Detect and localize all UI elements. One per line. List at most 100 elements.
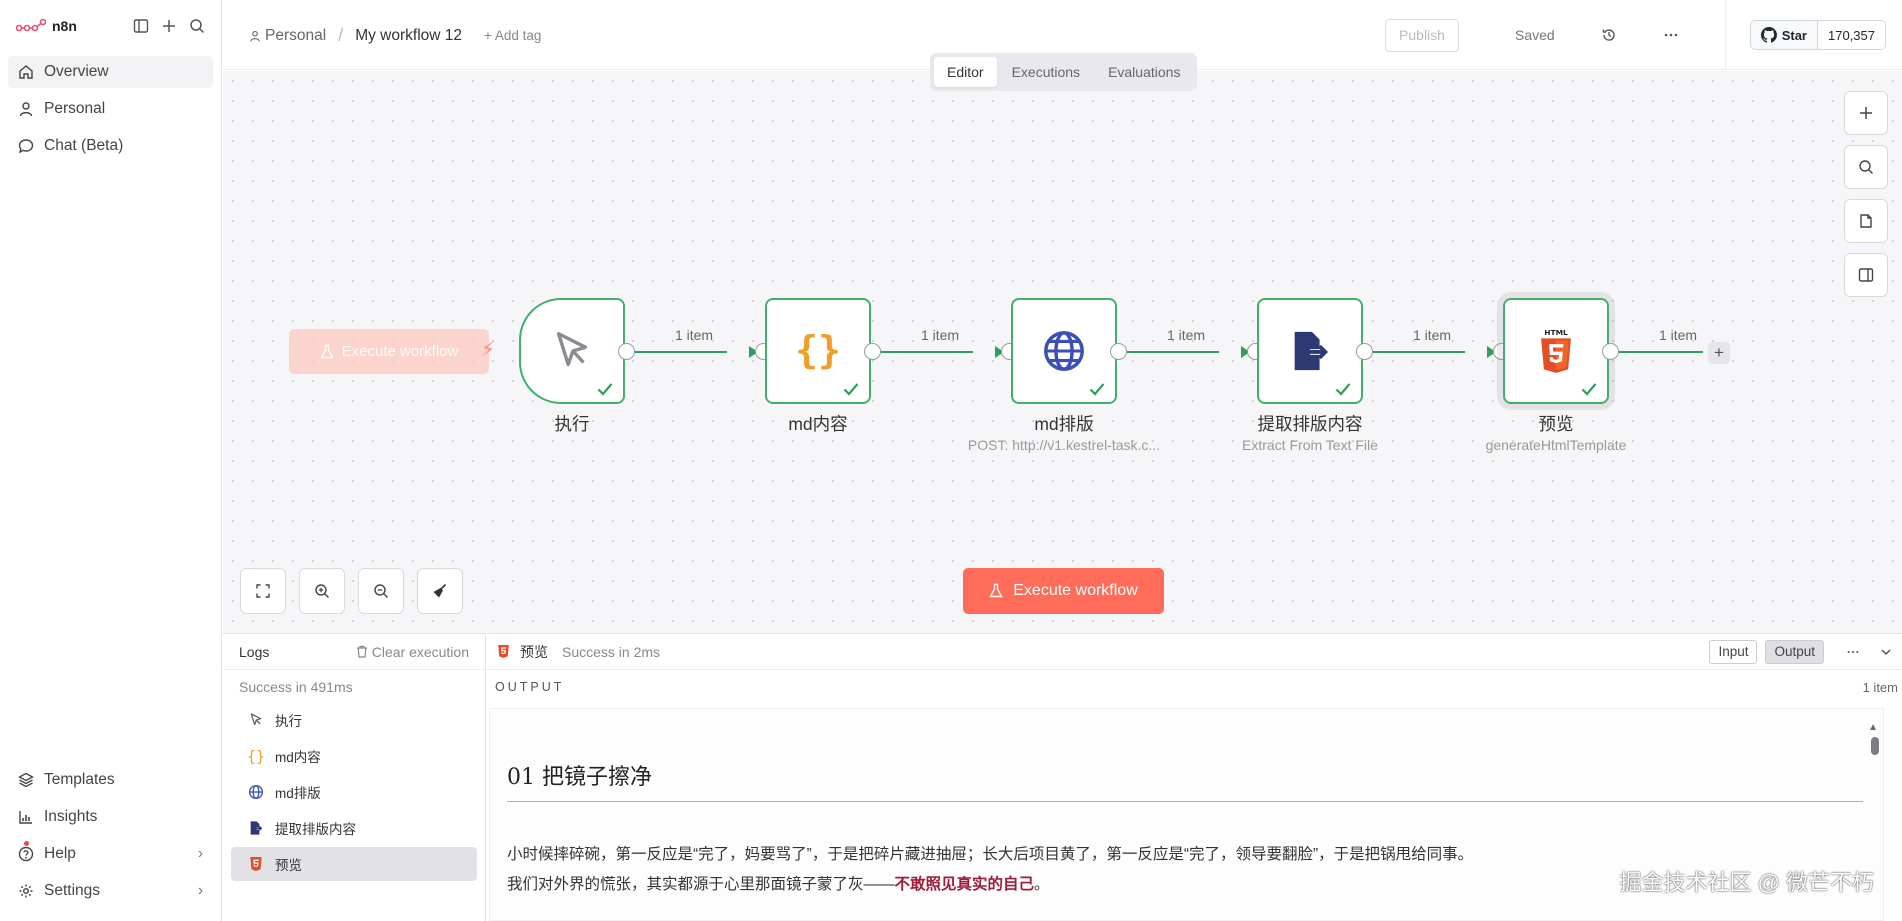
connection-edge[interactable] <box>1369 351 1465 353</box>
sidebar-item-help[interactable]: Help › <box>8 839 213 869</box>
watermark: 掘金技术社区 @ 微芒不朽 <box>1619 870 1874 895</box>
tidy-up-button[interactable] <box>417 568 463 614</box>
breadcrumb-project-label: Personal <box>265 26 327 44</box>
tab-executions[interactable]: Executions <box>999 57 1093 87</box>
execute-workflow-button[interactable]: Execute workflow <box>963 568 1164 614</box>
output-toggle-button[interactable]: Output <box>1765 639 1824 664</box>
output-item-count: 1 item <box>1862 680 1898 695</box>
sidebar-item-label: Help <box>44 845 76 862</box>
add-next-node-button[interactable]: + <box>1708 342 1730 364</box>
fit-view-button[interactable] <box>240 568 286 614</box>
toggle-panel-button[interactable] <box>1844 253 1888 297</box>
output-handle[interactable] <box>1356 343 1373 360</box>
log-item-label: 提取排版内容 <box>275 822 356 837</box>
view-tabs: Editor Executions Evaluations <box>930 53 1198 91</box>
user-icon <box>250 30 260 41</box>
sidebar-item-insights[interactable]: Insights <box>8 802 213 832</box>
search-icon[interactable] <box>189 18 205 34</box>
log-item[interactable]: {} md内容 <box>231 739 477 773</box>
log-item[interactable]: 执行 <box>231 703 477 737</box>
n8n-logo[interactable]: n8n <box>16 18 77 34</box>
flask-icon <box>319 344 334 358</box>
templates-icon <box>18 772 34 788</box>
sidebar-item-chat[interactable]: Chat (Beta) <box>8 130 213 162</box>
node-md-layout[interactable] <box>1011 298 1117 404</box>
node-title: 预览 <box>1538 414 1574 434</box>
logs-status: Success in 491ms <box>239 679 353 695</box>
node-extract-content[interactable] <box>1257 298 1363 404</box>
clear-execution-button[interactable]: Clear execution <box>356 644 469 660</box>
tab-editor[interactable]: Editor <box>934 57 997 87</box>
node-preview-html[interactable]: HTML <box>1503 298 1609 404</box>
scroll-up-arrow[interactable]: ▲ <box>1868 722 1878 733</box>
preview-text: 。 <box>1034 876 1050 893</box>
zoom-out-button[interactable] <box>358 568 404 614</box>
logs-panel: Logs Clear execution Success in 491ms 执行… <box>223 633 486 921</box>
log-item[interactable]: 提取排版内容 <box>231 811 477 845</box>
add-node-button[interactable] <box>1844 91 1888 135</box>
ghost-execute-button[interactable]: Execute workflow <box>289 329 489 374</box>
publish-button[interactable]: Publish <box>1385 18 1459 52</box>
more-icon[interactable] <box>1663 27 1679 43</box>
chevron-down-icon[interactable] <box>1880 646 1892 658</box>
connection-edge[interactable] <box>1615 351 1703 353</box>
add-tag-link[interactable]: + Add tag <box>484 28 541 43</box>
sticky-note-button[interactable] <box>1844 199 1888 243</box>
tab-evaluations[interactable]: Evaluations <box>1095 57 1193 87</box>
edge-label: 1 item <box>1166 327 1206 343</box>
file-extract-icon <box>250 821 263 835</box>
preview-scrollbar-thumb[interactable] <box>1871 737 1879 755</box>
github-star-label: Star <box>1781 27 1807 43</box>
sidebar-item-settings[interactable]: Settings › <box>8 876 213 906</box>
github-icon <box>1760 27 1777 43</box>
node-subtitle: generateHtmlTemplate <box>1485 437 1627 453</box>
fit-view-icon <box>256 584 270 598</box>
edge-label: 1 item <box>920 327 960 343</box>
connection-edge[interactable] <box>1123 351 1219 353</box>
plus-icon[interactable] <box>161 18 177 34</box>
flask-icon <box>989 583 1003 598</box>
node-manual-trigger[interactable] <box>519 298 625 404</box>
workflow-name[interactable]: My workflow 12 <box>355 27 462 45</box>
gear-icon <box>19 884 33 898</box>
preview-paragraph: 小时候摔碎碗，第一反应是“完了，妈要骂了”，于是把碎片藏进抽屉；长大后项目黄了，… <box>507 846 1474 863</box>
log-item-label: 执行 <box>275 714 302 729</box>
connection-edge[interactable] <box>877 351 973 353</box>
sidebar-item-overview[interactable]: Overview <box>8 56 213 88</box>
history-icon[interactable] <box>1601 27 1617 43</box>
node-md-content[interactable]: {} <box>765 298 871 404</box>
zoom-in-icon <box>315 584 329 598</box>
input-toggle-button[interactable]: Input <box>1709 639 1758 664</box>
code-braces-icon: {} <box>795 328 841 372</box>
output-handle[interactable] <box>618 343 635 360</box>
broom-icon <box>433 583 447 598</box>
output-handle[interactable] <box>1602 343 1619 360</box>
node-title: 提取排版内容 <box>1257 414 1363 434</box>
output-handle[interactable] <box>1110 343 1127 360</box>
more-icon[interactable] <box>1846 645 1860 659</box>
code-braces-icon: {} <box>247 748 265 764</box>
log-item[interactable]: md排版 <box>231 775 477 809</box>
github-star-button[interactable]: Star 170,357 <box>1749 20 1886 50</box>
sidebar-item-personal[interactable]: Personal <box>8 93 213 125</box>
sidebar-toggle-icon[interactable] <box>133 18 149 34</box>
search-nodes-button[interactable] <box>1844 145 1888 189</box>
log-item[interactable]: 预览 <box>231 847 477 881</box>
connection-edge[interactable] <box>631 351 727 353</box>
sidebar-item-label: Insights <box>44 808 98 825</box>
breadcrumb: Personal / My workflow 12 + Add tag <box>249 25 541 46</box>
user-icon <box>19 102 33 117</box>
sidebar-item-templates[interactable]: Templates <box>8 765 213 795</box>
sidebar-item-label: Chat (Beta) <box>44 137 124 154</box>
log-item-label: md内容 <box>275 750 321 765</box>
output-handle[interactable] <box>864 343 881 360</box>
sidebar-bottom: Templates Insights Help › Settings › <box>8 765 213 913</box>
ghost-execute-label: Execute workflow <box>341 343 459 360</box>
breadcrumb-project[interactable]: Personal <box>249 27 326 45</box>
node-subtitle: Extract From Text File <box>1242 437 1378 453</box>
canvas-right-toolbar <box>1844 91 1888 297</box>
zoom-in-button[interactable] <box>299 568 345 614</box>
sidebar-item-label: Overview <box>44 63 109 80</box>
workflow-canvas[interactable]: Execute workflow ⚡ 1 item 1 item 1 item … <box>223 71 1902 633</box>
plus-icon <box>1860 107 1872 119</box>
